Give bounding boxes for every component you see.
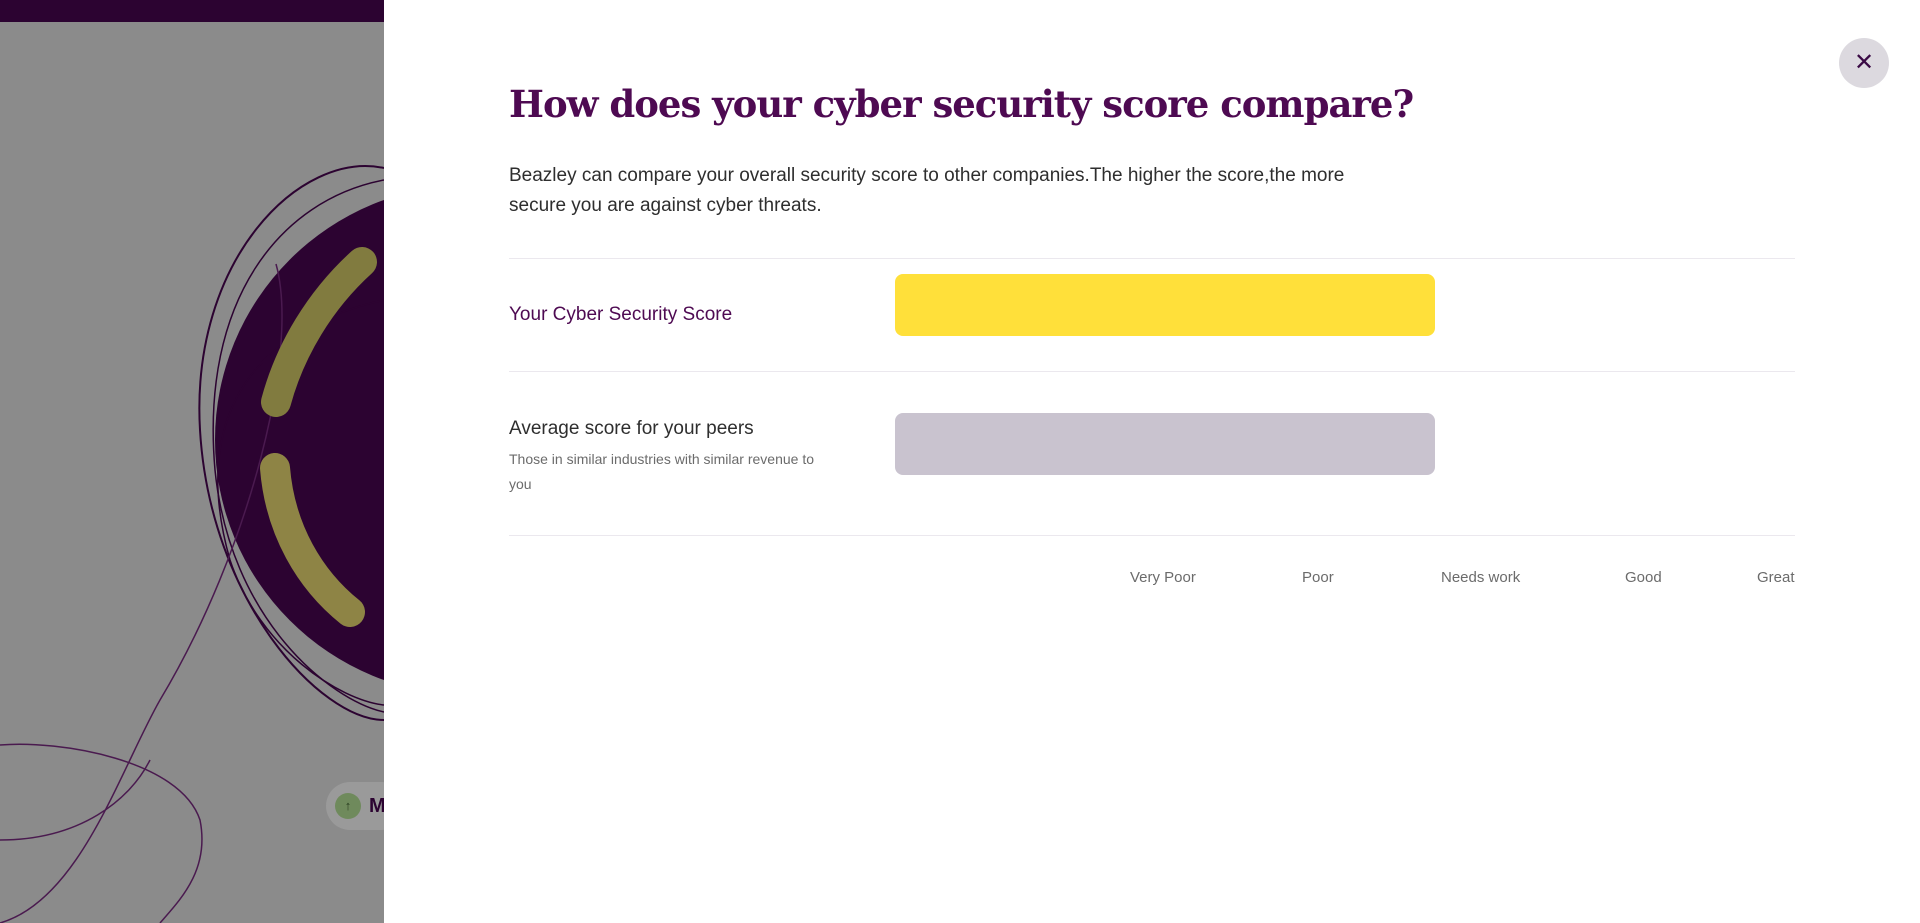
background-illustration bbox=[0, 165, 384, 923]
panel-description: Beazley can compare your overall securit… bbox=[509, 165, 1345, 216]
arrow-up-icon: ↑ bbox=[335, 793, 361, 819]
panel-title: How does your cyber security score compa… bbox=[509, 82, 1414, 126]
scale-label-poor: Poor bbox=[1302, 569, 1334, 586]
your-score-bar bbox=[895, 274, 1435, 336]
peer-score-bar-track bbox=[895, 413, 1435, 475]
divider bbox=[509, 535, 1795, 536]
peer-score-label: Average score for your peers bbox=[509, 418, 754, 439]
score-scale: Very Poor Poor Needs work Good Great bbox=[509, 569, 1795, 589]
scale-label-very-poor: Very Poor bbox=[1130, 569, 1196, 586]
background-chip-text: M bbox=[369, 794, 384, 817]
divider bbox=[509, 371, 1795, 372]
your-score-bar-track bbox=[895, 274, 1435, 336]
your-score-label: Your Cyber Security Score bbox=[509, 304, 733, 325]
scale-label-great: Great bbox=[1757, 569, 1795, 586]
scale-label-needs-work: Needs work bbox=[1441, 569, 1521, 586]
background-page: ↑ M bbox=[0, 0, 384, 923]
close-button[interactable]: ✕ bbox=[1839, 38, 1889, 88]
peer-score-sublabel: Those in similar industries with similar… bbox=[509, 451, 814, 492]
divider bbox=[509, 258, 1795, 259]
background-chip: ↑ M bbox=[326, 782, 384, 830]
close-icon[interactable]: ✕ bbox=[1854, 49, 1874, 76]
peer-score-bar bbox=[895, 413, 1435, 475]
scale-label-good: Good bbox=[1625, 569, 1662, 586]
